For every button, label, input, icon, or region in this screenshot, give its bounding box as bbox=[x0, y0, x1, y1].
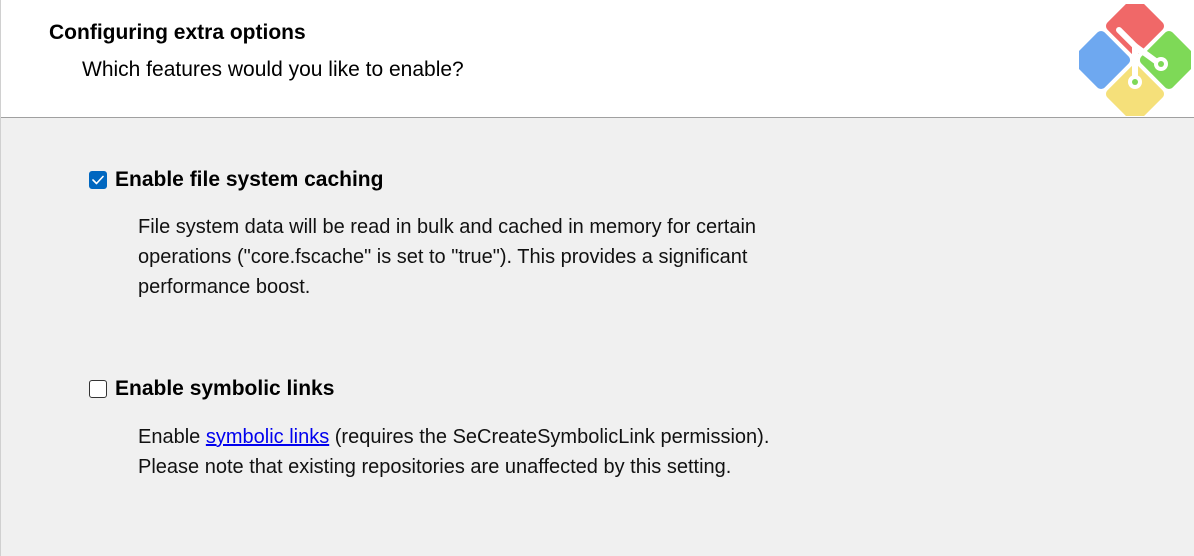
symlinks-checkbox-row[interactable]: Enable symbolic links bbox=[89, 375, 334, 403]
page-title: Configuring extra options bbox=[49, 21, 306, 44]
fscache-description-line: operations ("core.fscache" is set to "tr… bbox=[138, 246, 748, 268]
page-subtitle: Which features would you like to enable? bbox=[82, 58, 464, 81]
symlinks-label[interactable]: Enable symbolic links bbox=[115, 377, 334, 401]
fscache-label[interactable]: Enable file system caching bbox=[115, 168, 383, 192]
symlinks-description-line2: Please note that existing repositories a… bbox=[138, 456, 732, 478]
fscache-description-line: performance boost. bbox=[138, 276, 311, 298]
symlinks-description: Enable symbolic links (requires the SeCr… bbox=[138, 422, 769, 482]
symbolic-links-link[interactable]: symbolic links bbox=[206, 426, 329, 448]
installer-window: Configuring extra options Which features… bbox=[0, 0, 1194, 556]
fscache-description: File system data will be read in bulk an… bbox=[138, 212, 756, 302]
option-symlinks: Enable symbolic links bbox=[89, 375, 334, 403]
symlinks-checkbox[interactable] bbox=[89, 380, 107, 398]
fscache-checkbox[interactable] bbox=[89, 171, 107, 189]
option-fscache: Enable file system caching bbox=[89, 166, 383, 194]
git-logo-icon bbox=[1079, 4, 1191, 116]
symlinks-description-line1: Enable symbolic links (requires the SeCr… bbox=[138, 422, 769, 452]
symlinks-desc-suffix: (requires the SeCreateSymbolicLink permi… bbox=[329, 426, 770, 448]
symlinks-desc-prefix: Enable bbox=[138, 426, 206, 448]
wizard-header: Configuring extra options Which features… bbox=[1, 0, 1194, 118]
fscache-description-line: File system data will be read in bulk an… bbox=[138, 216, 757, 238]
checkmark-icon bbox=[92, 175, 104, 185]
fscache-checkbox-row[interactable]: Enable file system caching bbox=[89, 166, 383, 194]
